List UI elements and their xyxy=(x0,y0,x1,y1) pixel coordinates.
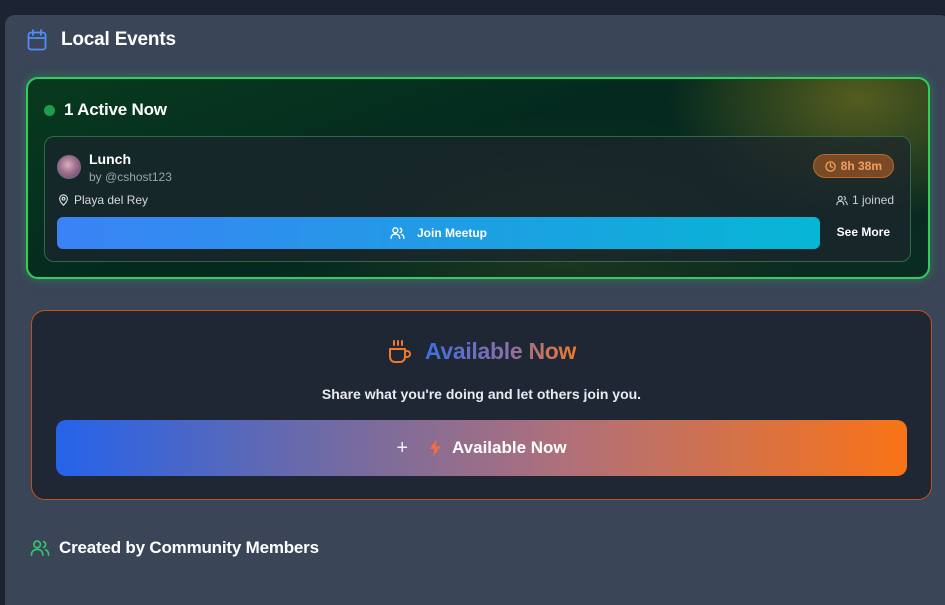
avatar xyxy=(57,155,81,179)
event-location: Playa del Rey xyxy=(58,193,148,207)
active-now-card: 1 Active Now Lunch by @cshost123 8h 38m … xyxy=(26,77,930,279)
event-host: by @cshost123 xyxy=(89,170,172,184)
available-now-card: Available Now Share what you're doing an… xyxy=(31,310,932,500)
active-now-title: 1 Active Now xyxy=(64,100,167,119)
available-now-title: Available Now xyxy=(424,338,577,364)
joined-count: 1 joined xyxy=(836,193,894,207)
join-meetup-label: Join Meetup xyxy=(416,226,487,240)
community-title: Created by Community Members xyxy=(59,538,319,557)
users-icon xyxy=(390,226,405,240)
calendar-icon xyxy=(27,29,47,51)
users-icon xyxy=(30,539,50,557)
available-now-button-label: Available Now xyxy=(452,438,567,457)
time-remaining-badge: 8h 38m xyxy=(812,154,894,178)
time-remaining-text: 8h 38m xyxy=(840,159,882,173)
local-events-title: Local Events xyxy=(61,29,176,50)
active-now-header: 1 Active Now xyxy=(44,100,167,120)
community-header: Created by Community Members xyxy=(30,537,319,559)
available-now-button[interactable]: + Available Now xyxy=(56,420,907,476)
see-more-link[interactable]: See More xyxy=(837,225,890,239)
users-icon xyxy=(836,195,848,206)
join-meetup-button[interactable]: Join Meetup xyxy=(57,217,820,249)
map-pin-icon xyxy=(58,194,69,206)
clock-icon xyxy=(824,160,836,172)
joined-text: 1 joined xyxy=(851,193,894,207)
plus-icon: + xyxy=(396,436,409,459)
available-now-subtitle: Share what you're doing and let others j… xyxy=(321,386,642,402)
local-events-header: Local Events xyxy=(27,27,176,53)
available-now-header: Available Now xyxy=(32,338,931,365)
event-card[interactable]: Lunch by @cshost123 8h 38m Playa del Rey xyxy=(44,136,911,262)
coffee-cup-icon xyxy=(387,339,413,365)
lightning-icon xyxy=(428,439,442,457)
location-text: Playa del Rey xyxy=(74,193,149,207)
event-title: Lunch xyxy=(89,151,131,167)
live-indicator-icon xyxy=(44,104,55,116)
